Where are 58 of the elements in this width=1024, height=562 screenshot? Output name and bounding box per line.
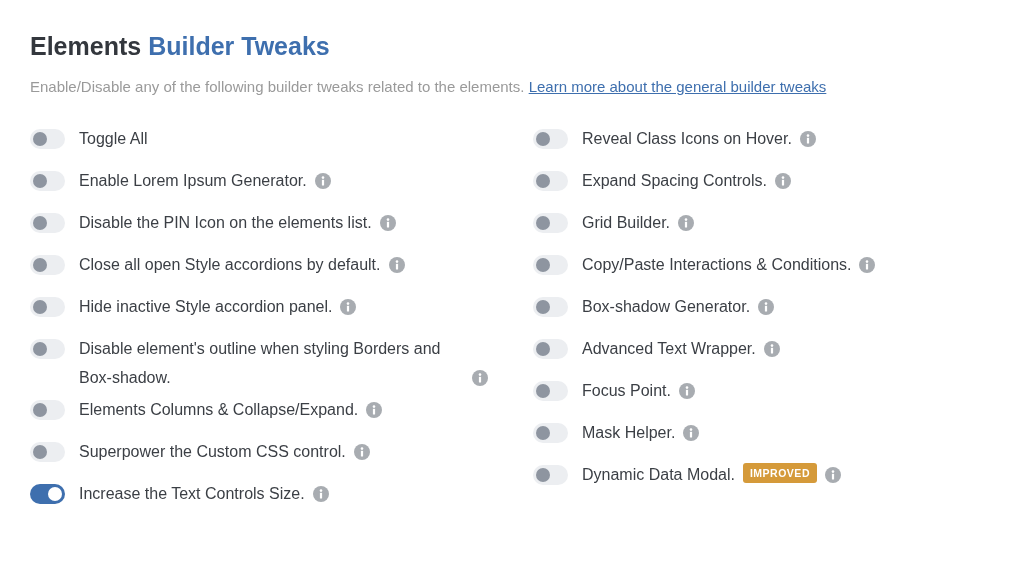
toggle-switch[interactable] <box>533 255 568 275</box>
setting-label: Expand Spacing Controls. <box>582 171 767 191</box>
setting-label: Reveal Class Icons on Hover. <box>582 129 792 149</box>
setting-label: Dynamic Data Modal. <box>582 465 735 485</box>
description-text: Enable/Disable any of the following builder tweaks related to the elements. <box>30 78 525 95</box>
info-icon[interactable] <box>763 341 780 357</box>
toggle-switch[interactable] <box>30 129 65 149</box>
info-icon[interactable] <box>312 486 329 502</box>
toggle-switch[interactable] <box>30 255 65 275</box>
toggle-switch[interactable] <box>533 213 568 233</box>
info-icon[interactable] <box>758 299 775 315</box>
learn-more-link[interactable]: Learn more about the general builder tweaks <box>528 78 827 95</box>
setting-label: Elements Columns & Collapse/Expand. <box>79 400 359 420</box>
toggle-switch[interactable] <box>533 465 568 485</box>
page-title-highlight: Builder Tweaks <box>148 32 330 61</box>
toggle-switch[interactable] <box>30 484 65 504</box>
info-icon[interactable] <box>340 299 357 315</box>
toggle-switch[interactable] <box>533 171 568 191</box>
setting-label: Mask Helper. <box>582 423 676 443</box>
info-icon[interactable] <box>678 215 695 231</box>
info-icon[interactable] <box>472 370 488 386</box>
setting-label: Advanced Text Wrapper. <box>582 339 756 359</box>
status-badge: IMPROVED <box>742 463 817 483</box>
toggle-switch[interactable] <box>30 442 65 462</box>
toggle-switch[interactable] <box>533 339 568 359</box>
setting-label: Disable element's outline when styling Borders and Box-shadow. <box>79 339 442 388</box>
setting-label: Hide inactive Style accordion panel. <box>79 297 333 317</box>
info-icon[interactable] <box>799 131 816 147</box>
setting-label: Enable Lorem Ipsum Generator. <box>79 171 307 191</box>
info-icon[interactable] <box>314 173 331 189</box>
toggle-switch[interactable] <box>533 381 568 401</box>
info-icon[interactable] <box>824 467 841 483</box>
info-icon[interactable] <box>379 215 396 231</box>
info-icon[interactable] <box>683 425 700 441</box>
info-icon[interactable] <box>388 257 405 273</box>
setting-label: Grid Builder. <box>582 213 671 233</box>
toggle-switch[interactable] <box>30 213 65 233</box>
toggle-switch[interactable] <box>30 400 65 420</box>
setting-label: Toggle All <box>79 129 148 149</box>
toggle-switch[interactable] <box>30 297 65 317</box>
info-icon[interactable] <box>859 257 876 273</box>
toggle-switch[interactable] <box>533 423 568 443</box>
info-icon[interactable] <box>366 402 383 418</box>
info-icon[interactable] <box>678 383 695 399</box>
setting-label: Close all open Style accordions by default. <box>79 255 381 275</box>
info-icon[interactable] <box>775 173 791 189</box>
setting-label: Focus Point. <box>582 381 671 401</box>
setting-label: Superpower the Custom CSS control. <box>79 442 346 462</box>
setting-label: Increase the Text Controls Size. <box>79 484 305 504</box>
toggle-switch[interactable] <box>533 129 568 149</box>
page-title: Elements <box>30 32 142 61</box>
setting-label: Disable the PIN Icon on the elements list. <box>79 213 372 233</box>
toggle-switch[interactable] <box>30 339 65 359</box>
setting-label: Copy/Paste Interactions & Conditions. <box>582 255 852 275</box>
info-icon[interactable] <box>353 444 370 460</box>
toggle-switch[interactable] <box>30 171 65 191</box>
toggle-switch[interactable] <box>533 297 568 317</box>
setting-label: Box-shadow Generator. <box>582 297 751 317</box>
